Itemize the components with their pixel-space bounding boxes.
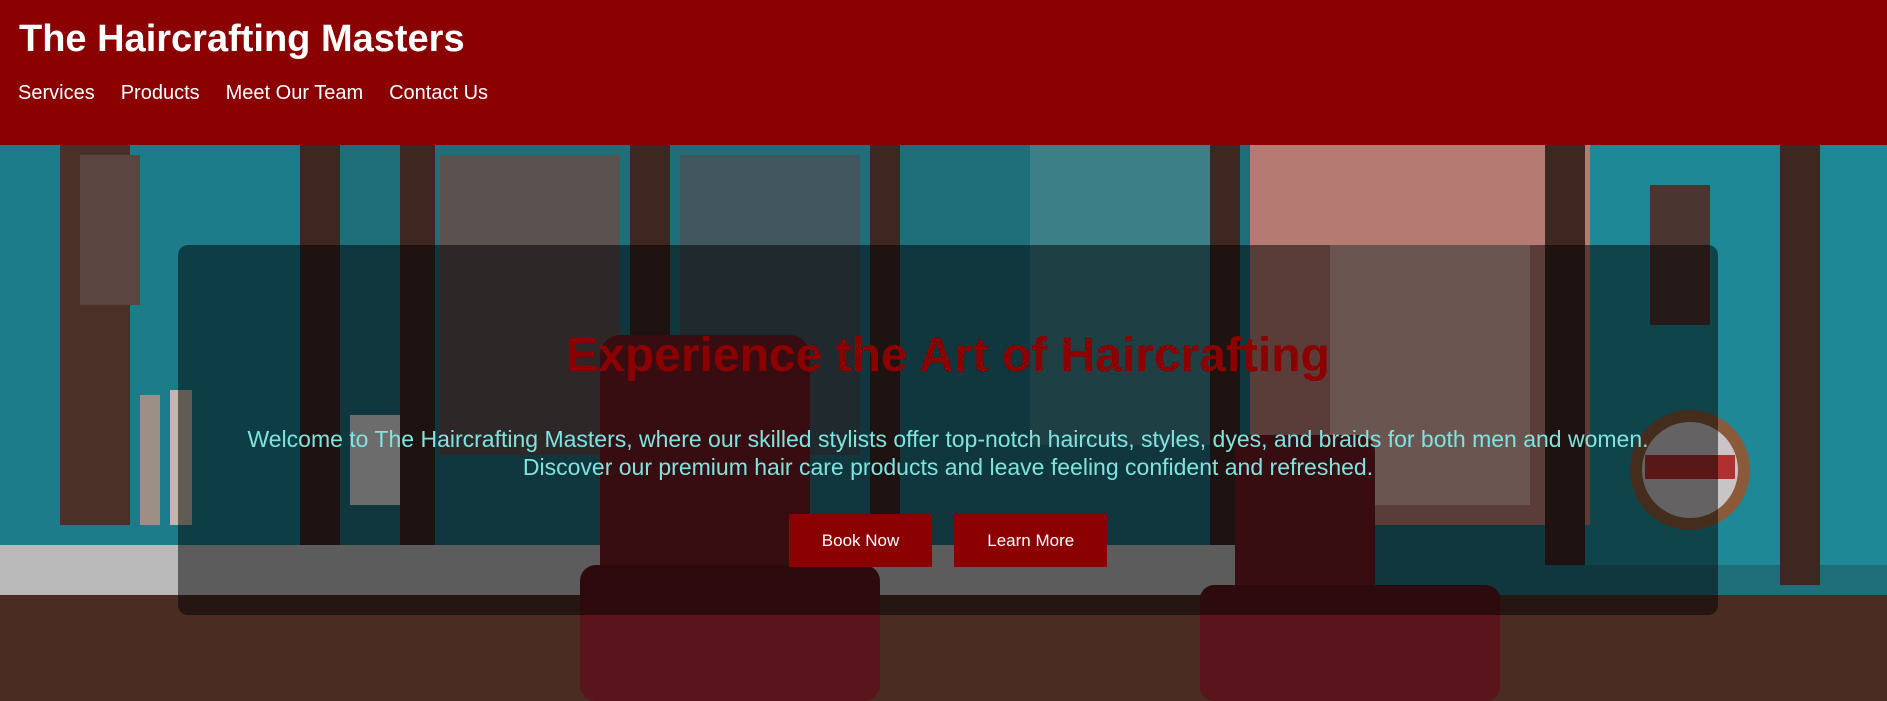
- nav-link-meet-our-team[interactable]: Meet Our Team: [226, 80, 363, 106]
- book-now-button[interactable]: Book Now: [788, 514, 933, 567]
- site-header: The Haircrafting Masters Services Produc…: [0, 0, 1887, 145]
- hero-title: Experience the Art of Haircrafting: [566, 329, 1330, 382]
- hero-section: Experience the Art of Haircrafting Welco…: [0, 145, 1887, 701]
- nav-link-services[interactable]: Services: [18, 80, 95, 106]
- hero-button-row: Book Now Learn More: [178, 514, 1718, 567]
- nav-link-contact-us[interactable]: Contact Us: [389, 80, 488, 106]
- hero-description: Welcome to The Haircrafting Masters, whe…: [178, 425, 1718, 481]
- learn-more-button[interactable]: Learn More: [954, 514, 1108, 567]
- hero-description-line-2: Discover our premium hair care products …: [522, 454, 1374, 480]
- hero-overlay-card: Experience the Art of Haircrafting Welco…: [178, 245, 1718, 615]
- main-nav: Services Products Meet Our Team Contact …: [18, 80, 488, 106]
- nav-link-products[interactable]: Products: [121, 80, 200, 106]
- site-title: The Haircrafting Masters: [19, 18, 465, 60]
- hero-description-line-1: Welcome to The Haircrafting Masters, whe…: [247, 426, 1649, 452]
